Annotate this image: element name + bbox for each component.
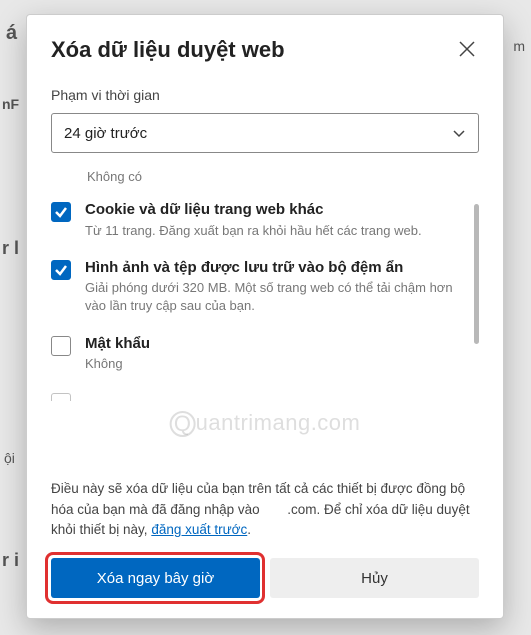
- time-range-label: Phạm vi thời gian: [51, 87, 479, 103]
- time-range-value: 24 giờ trước: [64, 125, 147, 142]
- option-passwords: Mật khẩu Không: [51, 334, 461, 374]
- history-none-text: Không có: [87, 169, 479, 184]
- dialog-buttons: Xóa ngay bây giờ Hủy: [51, 558, 479, 598]
- dialog-header: Xóa dữ liệu duyệt web: [51, 37, 479, 63]
- bg-text: nF: [2, 96, 19, 112]
- bg-text: ội: [4, 450, 15, 466]
- check-icon: [54, 205, 68, 219]
- close-button[interactable]: [455, 37, 479, 61]
- bg-text: r l: [2, 238, 19, 259]
- bg-text: m: [513, 38, 525, 54]
- dialog-title: Xóa dữ liệu duyệt web: [51, 37, 285, 63]
- option-desc: Giải phóng dưới 320 MB. Một số trang web…: [85, 279, 461, 315]
- option-title: Hình ảnh và tệp được lưu trữ vào bộ đệm …: [85, 258, 461, 278]
- options-list: Cookie và dữ liệu trang web khác Từ 11 t…: [51, 200, 479, 401]
- checkbox-cache[interactable]: [51, 260, 71, 280]
- option-title: Cookie và dữ liệu trang web khác: [85, 200, 461, 220]
- scrollbar[interactable]: [474, 204, 479, 344]
- option-desc: Từ 11 trang. Đăng xuất bạn ra khỏi hầu h…: [85, 222, 461, 240]
- close-icon: [459, 41, 475, 57]
- clear-now-button[interactable]: Xóa ngay bây giờ: [51, 558, 260, 598]
- options-list-wrap: Cookie và dữ liệu trang web khác Từ 11 t…: [51, 200, 479, 475]
- checkbox-partial[interactable]: [51, 393, 71, 401]
- option-desc: Không: [85, 355, 461, 373]
- time-range-select[interactable]: 24 giờ trước: [51, 113, 479, 153]
- sign-out-first-link[interactable]: đăng xuất trước: [151, 522, 247, 537]
- bg-text: r i: [2, 550, 19, 571]
- check-icon: [54, 263, 68, 277]
- cancel-button[interactable]: Hủy: [270, 558, 479, 598]
- option-cookies: Cookie và dữ liệu trang web khác Từ 11 t…: [51, 200, 461, 240]
- option-cache: Hình ảnh và tệp được lưu trữ vào bộ đệm …: [51, 258, 461, 316]
- checkbox-passwords[interactable]: [51, 336, 71, 356]
- option-title: Mật khẩu: [85, 334, 461, 354]
- chevron-down-icon: [452, 126, 466, 140]
- option-partial: [51, 391, 461, 401]
- footer-text: Điều này sẽ xóa dữ liệu của bạn trên tất…: [51, 479, 479, 540]
- checkbox-cookies[interactable]: [51, 202, 71, 222]
- bg-text: á: [6, 22, 17, 45]
- clear-browsing-data-dialog: Xóa dữ liệu duyệt web Phạm vi thời gian …: [26, 14, 504, 619]
